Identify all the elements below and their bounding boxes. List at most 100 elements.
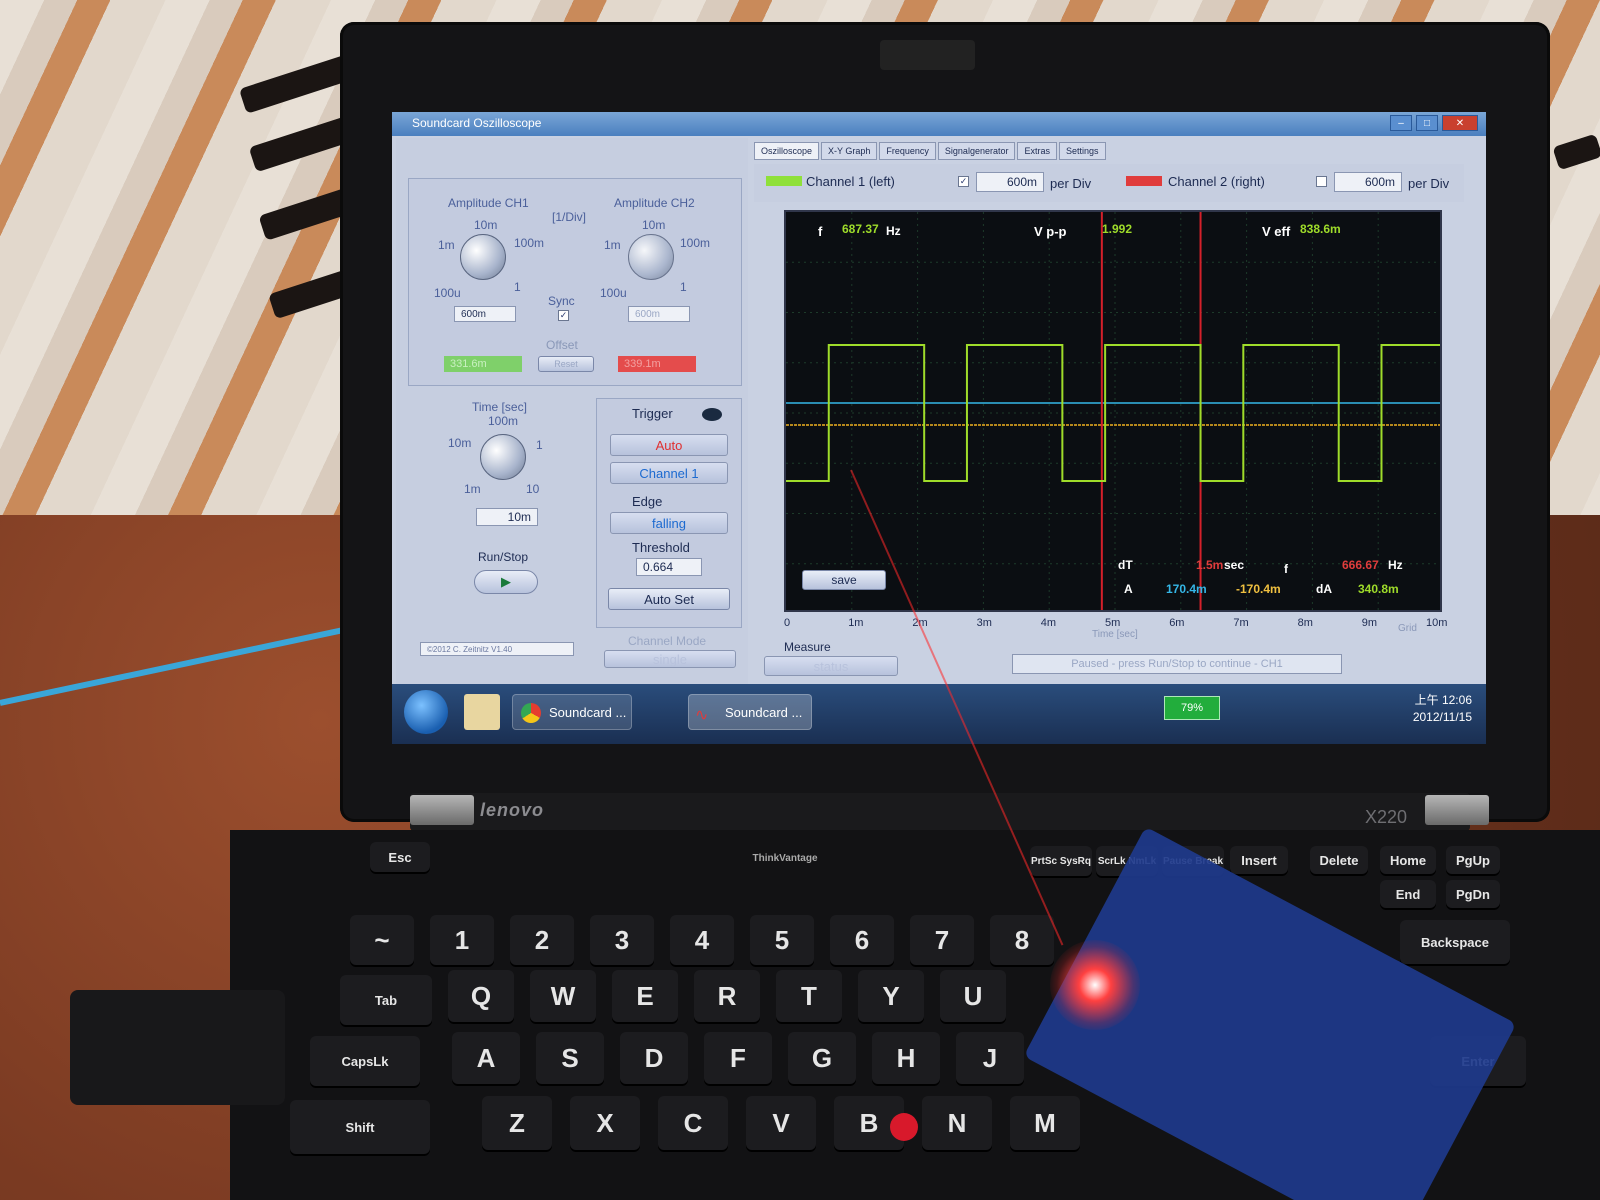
amplitude-ch2-knob[interactable]: [628, 234, 674, 280]
sync-checkbox[interactable]: ✓: [558, 310, 569, 321]
amp-ch2-scale-100m: 100m: [680, 236, 711, 250]
f2-label: f: [1284, 562, 1288, 576]
amplitude-ch1-knob[interactable]: [460, 234, 506, 280]
led-glow: [1050, 940, 1140, 1030]
key-r[interactable]: R: [694, 970, 760, 1022]
taskbar-item-chrome[interactable]: Soundcard ...: [512, 694, 632, 730]
key-delete[interactable]: Delete: [1310, 846, 1368, 874]
dt-unit: sec: [1224, 558, 1245, 572]
run-stop-button[interactable]: ▶: [474, 570, 538, 594]
ch1-color-swatch: [766, 176, 802, 186]
key-home[interactable]: Home: [1380, 846, 1436, 874]
system-clock[interactable]: 上午 12:06 2012/11/15: [1413, 692, 1472, 726]
amplitude-ch1-value[interactable]: 600m: [454, 306, 516, 322]
tab-signalgenerator[interactable]: Signalgenerator: [937, 142, 1016, 160]
key-d[interactable]: D: [620, 1032, 688, 1084]
tab-settings[interactable]: Settings: [1058, 142, 1106, 160]
webcam: [880, 40, 975, 70]
key-4[interactable]: 4: [670, 915, 734, 965]
auto-set-button[interactable]: Auto Set: [608, 588, 730, 610]
threshold-label: Threshold: [632, 540, 690, 555]
tab-oszilloscope[interactable]: Oszilloscope: [754, 142, 820, 160]
key-v[interactable]: V: [746, 1096, 816, 1150]
key-2[interactable]: 2: [510, 915, 574, 965]
explorer-icon[interactable]: [464, 694, 500, 730]
key-w[interactable]: W: [530, 970, 596, 1022]
key-c[interactable]: C: [658, 1096, 728, 1150]
offset-reset-button[interactable]: Reset: [538, 356, 594, 372]
trackpoint[interactable]: [890, 1113, 918, 1141]
edge-dropdown[interactable]: falling: [610, 512, 728, 534]
key-8[interactable]: 8: [990, 915, 1054, 965]
key-t[interactable]: T: [776, 970, 842, 1022]
key-a[interactable]: A: [452, 1032, 520, 1084]
key-s[interactable]: S: [536, 1032, 604, 1084]
key-pgup[interactable]: PgUp: [1446, 846, 1500, 874]
trigger-mode-dropdown[interactable]: Auto: [610, 434, 728, 456]
minimize-button[interactable]: –: [1390, 115, 1412, 131]
tab-bar: Oszilloscope X-Y Graph Frequency Signalg…: [754, 142, 1106, 160]
threshold-input[interactable]: 0.664: [636, 558, 702, 576]
key-6[interactable]: 6: [830, 915, 894, 965]
channel-bar: Channel 1 (left) ✓ 600m per Div Channel …: [754, 164, 1464, 202]
app-icon[interactable]: [642, 694, 682, 730]
key-x[interactable]: X: [570, 1096, 640, 1150]
thinkvantage-label[interactable]: ThinkVantage: [740, 848, 830, 868]
ch1-checkbox[interactable]: ✓: [958, 176, 969, 187]
key-[interactable]: ~: [350, 915, 414, 965]
key-y[interactable]: Y: [858, 970, 924, 1022]
save-button[interactable]: save: [802, 570, 886, 590]
key-m[interactable]: M: [1010, 1096, 1080, 1150]
control-panel: Amplitude CH1 Amplitude CH2 [1/Div] 10m …: [396, 138, 748, 698]
dt-label: dT: [1118, 558, 1133, 572]
da-label: dA: [1316, 582, 1332, 596]
channel-mode-dropdown[interactable]: single: [604, 650, 736, 668]
maximize-button[interactable]: □: [1416, 115, 1438, 131]
key-shift[interactable]: Shift: [290, 1100, 430, 1154]
amplitude-ch2-value[interactable]: 600m: [628, 306, 690, 322]
taskbar-item-soundcard[interactable]: ∿ Soundcard ...: [688, 694, 812, 730]
ch2-checkbox[interactable]: [1316, 176, 1327, 187]
key-esc[interactable]: Esc: [370, 842, 430, 872]
key-pgdn[interactable]: PgDn: [1446, 880, 1500, 908]
key-backspace[interactable]: Backspace: [1400, 920, 1510, 964]
key-1[interactable]: 1: [430, 915, 494, 965]
f2-unit: Hz: [1388, 558, 1403, 572]
key-e[interactable]: E: [612, 970, 678, 1022]
close-button[interactable]: ✕: [1442, 115, 1478, 131]
key-h[interactable]: H: [872, 1032, 940, 1084]
windows-taskbar: Soundcard ... ∿ Soundcard ... 79% 上午 12:…: [392, 684, 1486, 744]
channel-mode-label: Channel Mode: [628, 634, 707, 648]
key-q[interactable]: Q: [448, 970, 514, 1022]
start-button[interactable]: [404, 690, 448, 734]
key-end[interactable]: End: [1380, 880, 1436, 908]
tab-extras[interactable]: Extras: [1017, 142, 1057, 160]
ch2-per-div-input[interactable]: 600m: [1334, 172, 1402, 192]
time-knob[interactable]: [480, 434, 526, 480]
key-insert[interactable]: Insert: [1230, 846, 1288, 874]
key-u[interactable]: U: [940, 970, 1006, 1022]
ch1-per-div-input[interactable]: 600m: [976, 172, 1044, 192]
key-prtsc[interactable]: PrtSc SysRq: [1030, 846, 1092, 876]
tab-xy-graph[interactable]: X-Y Graph: [821, 142, 878, 160]
tab-frequency[interactable]: Frequency: [879, 142, 936, 160]
offset-ch2-value[interactable]: 339.1m: [618, 356, 696, 372]
key-z[interactable]: Z: [482, 1096, 552, 1150]
key-g[interactable]: G: [788, 1032, 856, 1084]
time-value[interactable]: 10m: [476, 508, 538, 526]
amp-ch2-scale-1m: 1m: [604, 238, 621, 252]
trigger-channel-dropdown[interactable]: Channel 1: [610, 462, 728, 484]
key-j[interactable]: J: [956, 1032, 1024, 1084]
key-5[interactable]: 5: [750, 915, 814, 965]
measure-dropdown[interactable]: status: [764, 656, 898, 676]
trigger-label: Trigger: [632, 406, 673, 421]
key-7[interactable]: 7: [910, 915, 974, 965]
key-capslock[interactable]: CapsLk: [310, 1036, 420, 1086]
battery-indicator[interactable]: 79%: [1164, 696, 1220, 720]
key-tab[interactable]: Tab: [340, 975, 432, 1025]
key-3[interactable]: 3: [590, 915, 654, 965]
key-n[interactable]: N: [922, 1096, 992, 1150]
offset-ch1-value[interactable]: 331.6m: [444, 356, 522, 372]
ch1-waveform: [786, 344, 1440, 482]
key-f[interactable]: F: [704, 1032, 772, 1084]
